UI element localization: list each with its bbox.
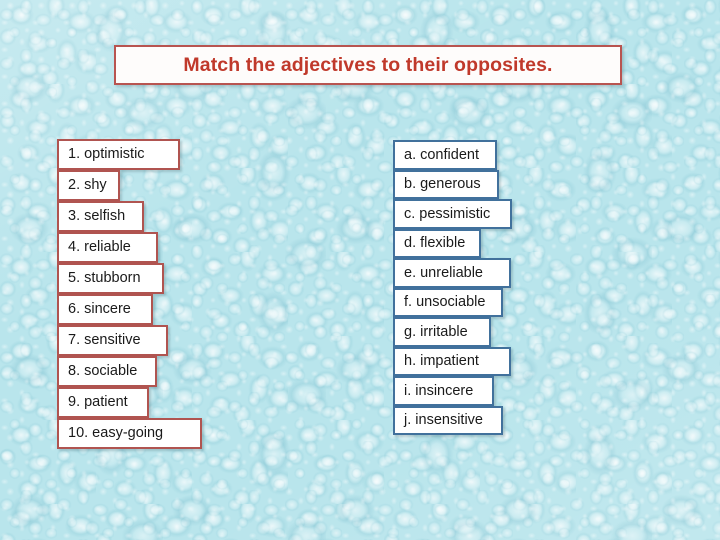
opposite-item-8[interactable]: h. impatient	[393, 346, 511, 376]
opposite-item-1[interactable]: a. confident	[393, 140, 497, 170]
opposite-item-5[interactable]: e. unreliable	[393, 258, 511, 288]
adjective-item-2[interactable]: 2. shy	[57, 170, 120, 201]
adjective-item-4[interactable]: 4. reliable	[57, 232, 158, 263]
adjective-item-label: 7. sensitive	[68, 332, 141, 349]
adjective-item-label: 4. reliable	[68, 239, 131, 256]
adjective-item-3[interactable]: 3. selfish	[57, 201, 144, 232]
opposites-column: a. confident b. generous c. pessimistic d. …	[393, 140, 512, 435]
opposite-item-label: i. insincere	[404, 382, 474, 399]
opposite-item-label: a. confident	[404, 146, 479, 163]
adjective-item-label: 6. sincere	[68, 301, 131, 318]
adjective-item-5[interactable]: 5. stubborn	[57, 263, 164, 294]
opposite-item-label: e. unreliable	[404, 264, 483, 281]
opposite-item-label: h. impatient	[404, 353, 479, 369]
opposite-item-label: b. generous	[404, 176, 481, 192]
adjective-item-6[interactable]: 6. sincere	[57, 294, 153, 325]
adjective-item-1[interactable]: 1. optimistic	[57, 139, 180, 170]
adjective-item-8[interactable]: 8. sociable	[57, 356, 157, 387]
opposite-item-10[interactable]: j. insensitive	[393, 405, 503, 435]
opposite-item-label: j. insensitive	[404, 412, 483, 428]
title-banner: Match the adjectives to their opposites.	[114, 45, 622, 85]
opposite-item-6[interactable]: f. unsociable	[393, 287, 503, 317]
opposite-item-7[interactable]: g. irritable	[393, 317, 491, 347]
opposite-item-label: c. pessimistic	[404, 205, 491, 222]
slide-canvas: Match the adjectives to their opposites.…	[0, 0, 720, 540]
opposite-item-2[interactable]: b. generous	[393, 169, 499, 199]
adjective-item-label: 3. selfish	[68, 208, 126, 225]
adjective-item-9[interactable]: 9. patient	[57, 387, 149, 418]
opposite-item-label: d. flexible	[404, 235, 466, 251]
adjective-item-7[interactable]: 7. sensitive	[57, 325, 168, 356]
opposite-item-9[interactable]: i. insincere	[393, 376, 494, 406]
adjective-item-label: 9. patient	[68, 394, 128, 411]
adjectives-column: 1. optimistic 2. shy 3. selfish 4. reliable…	[57, 139, 202, 449]
adjective-item-label: 5. stubborn	[68, 270, 141, 287]
adjective-item-label: 8. sociable	[68, 363, 138, 380]
adjective-item-label: 2. shy	[68, 177, 107, 194]
opposite-item-4[interactable]: d. flexible	[393, 228, 481, 258]
opposite-item-3[interactable]: c. pessimistic	[393, 199, 512, 229]
opposite-item-label: f. unsociable	[404, 294, 486, 310]
opposite-item-label: g. irritable	[404, 323, 468, 340]
page-title: Match the adjectives to their opposites.	[183, 53, 553, 76]
adjective-item-label: 1. optimistic	[68, 146, 145, 163]
adjective-item-label: 10. easy-going	[68, 425, 164, 442]
adjective-item-10[interactable]: 10. easy-going	[57, 418, 202, 449]
